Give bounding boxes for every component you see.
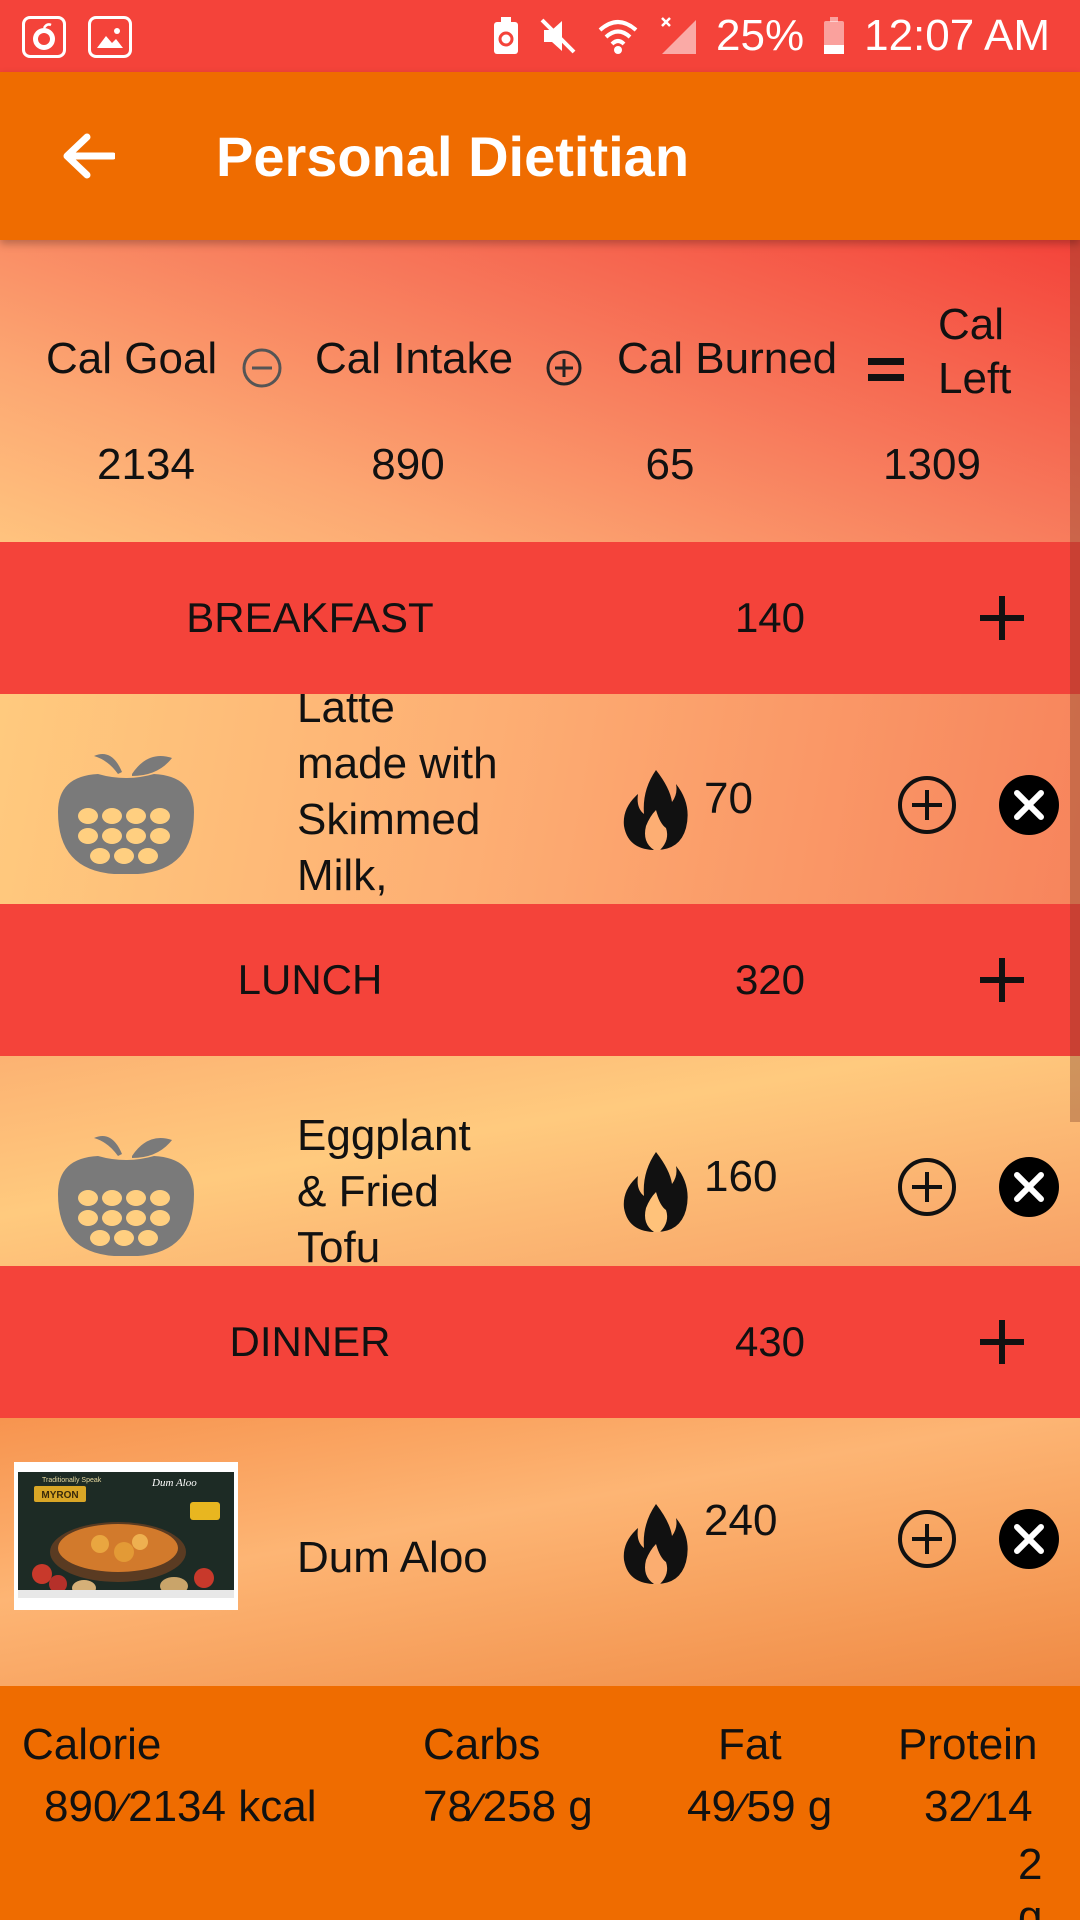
mute-icon xyxy=(538,16,578,56)
food-calories: 70 xyxy=(704,774,753,823)
protein-value-wrap-1: 2 xyxy=(1018,1840,1043,1889)
meal-header-lunch: LUNCH 320 xyxy=(0,904,1080,1056)
cal-left-value: 1309 xyxy=(883,440,981,489)
calculator-apple-icon xyxy=(58,1136,194,1256)
battery-icon xyxy=(822,16,846,56)
fat-value: 49⁄59 g xyxy=(687,1782,833,1831)
add-lunch-button[interactable] xyxy=(970,948,1034,1012)
gallery-icon xyxy=(88,16,132,58)
calculator-apple-icon xyxy=(58,754,194,874)
equals-icon xyxy=(868,358,904,381)
app-toolbar: Personal Dietitian xyxy=(0,72,1080,240)
food-item-row[interactable]: Eggplant & Fried Tofu 160 xyxy=(0,1056,1080,1266)
page-title: Personal Dietitian xyxy=(216,125,690,188)
cal-burned-value: 65 xyxy=(645,440,695,489)
cal-intake-label: Cal Intake xyxy=(315,334,514,383)
calorie-value: 890⁄2134 kcal xyxy=(44,1782,317,1831)
add-breakfast-button[interactable] xyxy=(970,586,1034,650)
flame-icon xyxy=(623,1504,688,1584)
product-photo: MYRON Traditionally Speak Dum Aloo xyxy=(14,1462,238,1610)
plus-icon xyxy=(980,596,1024,640)
cal-goal-value: 2134 xyxy=(97,440,195,489)
food-calories: 160 xyxy=(704,1152,778,1201)
food-name: Dum Aloo xyxy=(297,1533,488,1582)
svg-text:MYRON: MYRON xyxy=(41,1490,78,1501)
cal-left-label-line2: Left xyxy=(938,354,1012,403)
food-name: Latte made with Skimmed Milk, xyxy=(297,694,498,900)
cal-burned-label: Cal Burned xyxy=(617,334,838,383)
meal-calories: 430 xyxy=(734,1318,806,1365)
svg-text:Traditionally Speak: Traditionally Speak xyxy=(42,1477,102,1484)
clock: 12:07 AM xyxy=(864,11,1050,60)
calorie-label: Calorie xyxy=(22,1720,162,1769)
food-item-row[interactable]: MYRON Traditionally Speak Dum Aloo Dum A… xyxy=(0,1418,1080,1686)
remove-food-button[interactable] xyxy=(998,774,1060,836)
calorie-summary: Cal Goal Cal Intake Cal Burned Cal Left … xyxy=(0,240,1080,542)
protein-value-wrap-2: g xyxy=(1018,1892,1043,1920)
meal-calories: 320 xyxy=(734,956,806,1003)
app-notification-icon xyxy=(22,16,66,58)
food-name: Eggplant & Fried Tofu xyxy=(297,1111,471,1266)
back-button[interactable] xyxy=(48,116,128,196)
battery-saver-icon xyxy=(492,16,520,56)
meal-name: DINNER xyxy=(229,1318,391,1365)
status-bar: 25% 12:07 AM xyxy=(0,0,1080,72)
cal-goal-label: Cal Goal xyxy=(46,334,218,383)
minus-circle-icon xyxy=(242,348,282,388)
food-item-row[interactable]: Latte made with Skimmed Milk, 70 xyxy=(0,694,1080,904)
carbs-value: 78⁄258 g xyxy=(423,1782,593,1831)
increase-serving-button[interactable] xyxy=(896,1508,958,1570)
flame-icon xyxy=(623,770,688,850)
protein-value: 32⁄14 xyxy=(924,1782,1033,1831)
remove-food-button[interactable] xyxy=(998,1508,1060,1570)
increase-serving-button[interactable] xyxy=(896,774,958,836)
plus-icon xyxy=(980,1320,1024,1364)
meal-name: LUNCH xyxy=(237,956,383,1003)
plus-icon xyxy=(980,958,1024,1002)
food-calories: 240 xyxy=(704,1496,778,1545)
arrow-back-icon xyxy=(63,133,115,179)
flame-icon xyxy=(623,1152,688,1232)
increase-serving-button[interactable] xyxy=(896,1156,958,1218)
meal-header-breakfast: BREAKFAST 140 xyxy=(0,542,1080,694)
meal-header-dinner: DINNER 430 xyxy=(0,1266,1080,1418)
battery-percent: 25% xyxy=(716,11,805,60)
scrollbar[interactable] xyxy=(1070,240,1080,1122)
protein-label: Protein xyxy=(898,1720,1038,1769)
remove-food-button[interactable] xyxy=(998,1156,1060,1218)
cal-left-label: Cal xyxy=(938,300,1005,349)
add-dinner-button[interactable] xyxy=(970,1310,1034,1374)
cal-intake-value: 890 xyxy=(371,440,445,489)
svg-text:Dum Aloo: Dum Aloo xyxy=(151,1477,197,1489)
meal-calories: 140 xyxy=(734,594,806,641)
fat-label: Fat xyxy=(718,1720,782,1769)
carbs-label: Carbs xyxy=(423,1720,541,1769)
nutrition-summary: Calorie Carbs Fat Protein 890⁄2134 kcal … xyxy=(0,1686,1080,1920)
signal-icon xyxy=(658,16,698,56)
meal-name: BREAKFAST xyxy=(186,594,434,641)
plus-circle-icon xyxy=(546,350,582,386)
wifi-icon xyxy=(596,16,640,56)
